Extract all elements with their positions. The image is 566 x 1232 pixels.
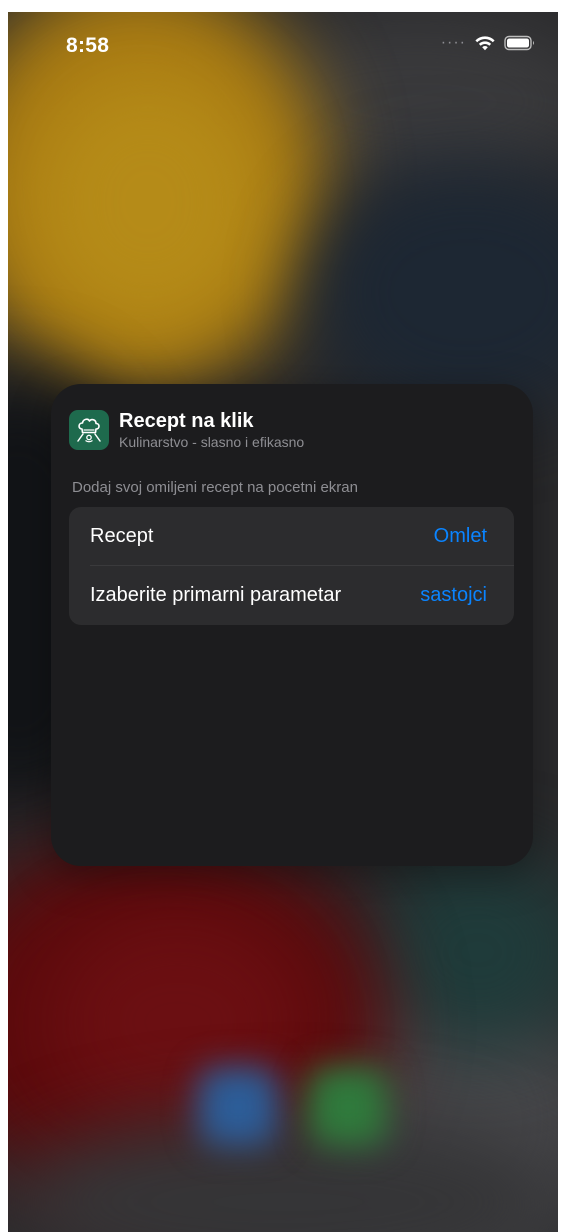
widget-app-name: Recept na klik	[119, 410, 254, 432]
battery-icon	[504, 35, 534, 51]
wallpaper-blob	[308, 162, 558, 422]
cellular-signal-dots-icon: ····	[440, 34, 466, 51]
status-indicators: ····	[441, 35, 536, 51]
parameter-row-primary-parameter[interactable]: Izaberite primarni parametar sastojci	[69, 566, 514, 624]
widget-app-description: Kulinarstvo - slasno i efikasno	[119, 434, 305, 450]
widget-app-header: Recept na klik Kulinarstvo - slasno i ef…	[69, 410, 304, 451]
widget-configuration-sheet: Recept na klik Kulinarstvo - slasno i ef…	[51, 384, 533, 866]
parameter-label: Recept	[90, 524, 154, 547]
widget-section-header: Dodaj svoj omiljeni recept na pocetni ek…	[72, 479, 358, 496]
chef-hat-icon	[69, 410, 109, 450]
blurred-dock-app-icon	[308, 1067, 388, 1147]
parameter-value-button[interactable]: Omlet	[434, 525, 487, 548]
blurred-dock-app-icon	[198, 1067, 278, 1147]
status-time: 8:58	[66, 34, 110, 57]
phone-screen: 8:58 ···· Recept na klik Kulinarstvo - s…	[8, 12, 558, 1232]
wallpaper-blob	[28, 72, 268, 332]
widget-parameters-card: Recept Omlet Izaberite primarni parameta…	[69, 507, 514, 625]
status-bar: 8:58 ····	[8, 12, 558, 78]
widget-app-texts: Recept na klik Kulinarstvo - slasno i ef…	[119, 410, 304, 451]
parameter-label: Izaberite primarni parametar	[90, 583, 342, 606]
wifi-icon	[475, 36, 495, 51]
parameter-value-button[interactable]: sastojci	[420, 584, 487, 607]
parameter-row-recept[interactable]: Recept Omlet	[69, 507, 514, 565]
